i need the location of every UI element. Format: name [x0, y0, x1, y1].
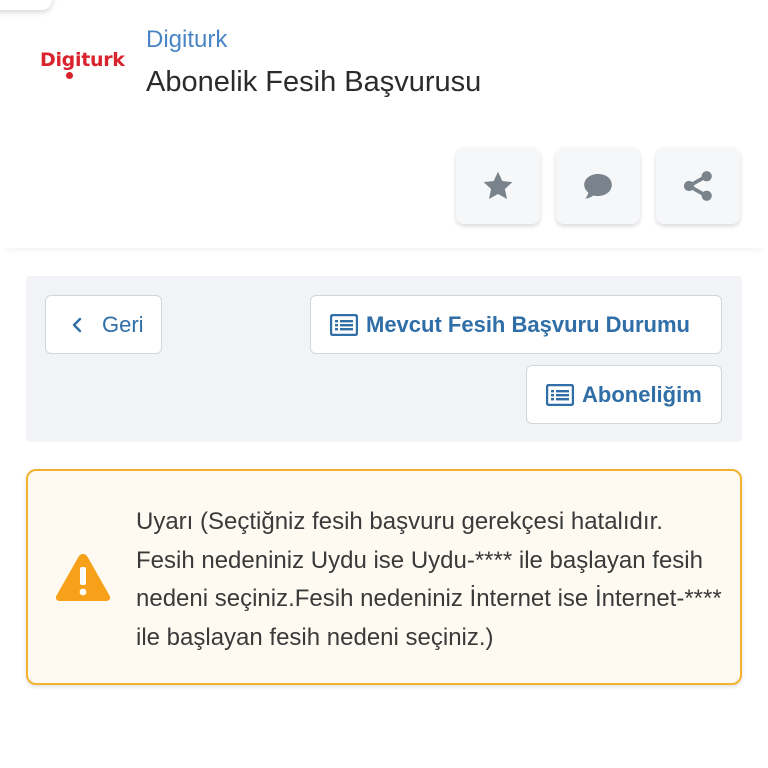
my-subscription-label: Aboneliğim — [582, 381, 702, 407]
comment-button[interactable] — [556, 148, 640, 224]
list-icon — [546, 383, 574, 406]
brand-name: Digiturk — [146, 26, 228, 53]
back-button[interactable]: Geri — [45, 295, 162, 354]
warning-alert: Uyarı (Seçtiğniz fesih başvuru gerekçesi… — [26, 469, 742, 685]
digiturk-logo: Digiturk — [40, 46, 126, 80]
app-header: Digiturk Digiturk Abonelik Fesih Başvuru… — [0, 0, 768, 248]
warning-message: Uyarı (Seçtiğniz fesih başvuru gerekçesi… — [136, 508, 722, 651]
back-label: Geri — [102, 311, 144, 337]
favorite-button[interactable] — [456, 148, 540, 224]
application-status-button[interactable]: Mevcut Fesih Başvuru Durumu — [310, 295, 722, 354]
page-title: Abonelik Fesih Başvurusu — [146, 66, 482, 98]
list-icon — [330, 313, 358, 336]
navigation-toolbar: Geri Mevcut Fesih Başvuru Durumu Aboneli… — [26, 276, 742, 442]
share-button[interactable] — [656, 148, 740, 224]
application-status-label: Mevcut Fesih Başvuru Durumu — [366, 311, 690, 337]
logo-dot — [66, 72, 73, 79]
my-subscription-button[interactable]: Aboneliğim — [526, 365, 722, 424]
chevron-left-icon — [72, 317, 82, 332]
share-icon — [683, 171, 712, 201]
logo-wordmark: Digiturk — [40, 49, 125, 71]
warning-icon — [55, 554, 111, 601]
comment-icon — [584, 174, 612, 199]
star-icon — [483, 171, 513, 200]
